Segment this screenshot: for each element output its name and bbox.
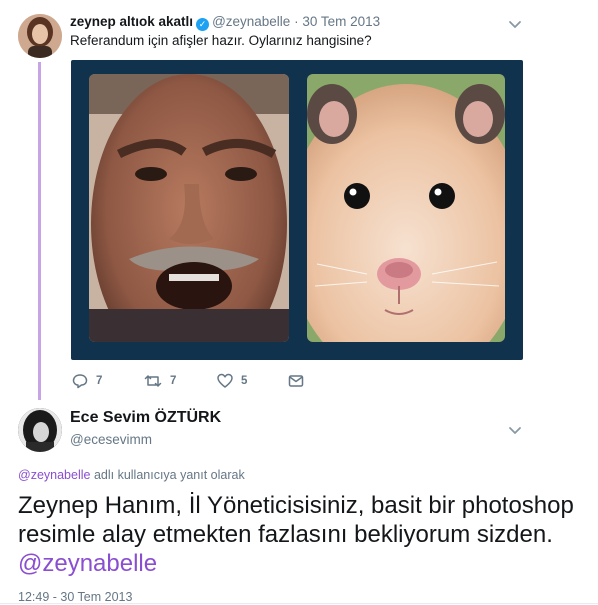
- reply-author-handle[interactable]: @ecesevimm: [70, 432, 152, 447]
- divider: [0, 603, 598, 604]
- author-avatar[interactable]: [18, 14, 62, 58]
- reply-to-mention[interactable]: @zeynabelle: [18, 468, 90, 482]
- chevron-down-icon[interactable]: [508, 423, 522, 437]
- author-handle[interactable]: @zeynabelle: [212, 14, 290, 29]
- reply-author-name[interactable]: Ece Sevim ÖZTÜRK: [70, 409, 221, 427]
- reply-author-avatar[interactable]: [18, 408, 62, 452]
- reply-body: Zeynep Hanım, İl Yöneticisisiniz, basit …: [18, 491, 578, 578]
- tweet-media[interactable]: [71, 60, 523, 360]
- media-photo-hamster[interactable]: [307, 74, 505, 342]
- heart-icon: [217, 373, 233, 388]
- chevron-down-icon[interactable]: [508, 17, 522, 31]
- reply-context: @zeynabelle adlı kullanıcıya yanıt olara…: [18, 468, 245, 482]
- reply-count: 7: [96, 375, 103, 387]
- reply-icon: [72, 374, 88, 389]
- retweet-icon: [144, 375, 162, 387]
- reply-body-text: Zeynep Hanım, İl Yöneticisisiniz, basit …: [18, 492, 574, 548]
- thread-connector-line: [38, 62, 41, 400]
- tweet-header: zeynep altıok akatlı ✓ @zeynabelle · 30 Te…: [70, 14, 380, 31]
- retweet-action[interactable]: 7: [144, 372, 176, 390]
- date-separator: ·: [294, 14, 299, 29]
- verified-badge-icon: ✓: [196, 18, 210, 31]
- retweet-count: 7: [170, 375, 177, 387]
- like-action[interactable]: 5: [217, 372, 247, 390]
- reply-timestamp[interactable]: 12:49 - 30 Tem 2013: [18, 590, 132, 604]
- tweet-date[interactable]: 30 Tem 2013: [302, 14, 380, 29]
- author-name[interactable]: zeynep altıok akatlı: [70, 14, 193, 29]
- envelope-icon: [288, 375, 304, 387]
- direct-message-action[interactable]: [288, 372, 312, 390]
- like-count: 5: [241, 375, 248, 387]
- reply-body-mention[interactable]: @zeynabelle: [18, 550, 157, 577]
- reply-to-suffix: adlı kullanıcıya yanıt olarak: [90, 468, 245, 482]
- tweet-text: Referandum için afişler hazır. Oylarınız…: [70, 33, 372, 48]
- media-photo-man[interactable]: [89, 74, 289, 342]
- reply-action[interactable]: 7: [72, 372, 102, 390]
